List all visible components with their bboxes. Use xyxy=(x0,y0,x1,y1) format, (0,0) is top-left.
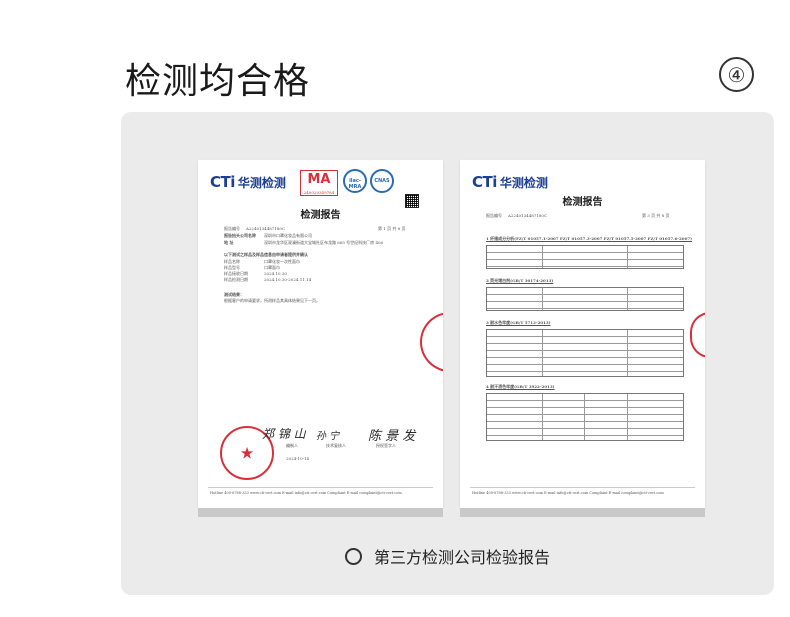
role-approver: 授权签字人 xyxy=(376,443,396,448)
page-stack-edge xyxy=(198,508,443,517)
address-label: 地 址 xyxy=(224,240,234,245)
page-title: 检测均合格 xyxy=(125,61,311,102)
cma-mark: MA 240020349784 xyxy=(300,170,338,196)
cti-logo: CTi 华测检测 xyxy=(472,173,548,191)
cnas-logo: CNAS xyxy=(370,169,394,193)
step-badge: ④ xyxy=(719,57,754,92)
report-panel: CTi 华测检测 MA 240020349784 ilac-MRA CNAS 检测… xyxy=(121,112,774,595)
footer-divider xyxy=(470,487,695,488)
cti-logo: CTi 华测检测 xyxy=(210,173,286,191)
page-info: 第 1 页 共 8 页 xyxy=(378,226,406,231)
footer-divider xyxy=(208,487,433,488)
report-title: 检测报告 xyxy=(300,210,341,221)
report-no-label: 报告编号 xyxy=(486,213,502,218)
test-report-page-1: CTi 华测检测 MA 240020349784 ilac-MRA CNAS 检测… xyxy=(198,160,443,508)
footer-contact: Hotline 400-6788-333 www.cti-cert.com E-… xyxy=(210,491,402,495)
section-4-table xyxy=(486,393,684,441)
page-info: 第 3 页 共 8 页 xyxy=(642,213,670,218)
test-date-label: 样品检测日期 xyxy=(224,277,248,282)
sample-heading: 以下测试之样品及样品信息由申请者提供并确认 xyxy=(224,252,308,257)
signature-reviewer: 孙 宁 xyxy=(316,431,340,442)
page-stack-edge xyxy=(460,508,705,517)
section-2-table xyxy=(486,287,684,311)
footer-contact: Hotline 400-6788-333 www.cti-cert.com E-… xyxy=(472,491,664,495)
ilac-mra-logo: ilac-MRA xyxy=(343,169,367,193)
circle-bullet-icon xyxy=(344,547,362,565)
section-3-table xyxy=(486,329,684,377)
side-seal xyxy=(690,312,705,358)
test-report-page-3: CTi 华测检测 检测报告 报告编号 A2240134487180C 第 3 页 … xyxy=(460,160,705,508)
section-3-title: 3 耐水色牢度(GB/T 5713-2013) xyxy=(486,320,551,325)
role-reviewer: 技术复核人 xyxy=(326,443,346,448)
role-compiler: 编制人 xyxy=(286,443,298,448)
report-no: A2240134487180C xyxy=(508,213,548,218)
report-no: A2240134487180C xyxy=(246,226,286,231)
section-4-title: 4 耐汗渍色牢度(GB/T 3922-2013) xyxy=(486,384,555,389)
section-2-title: 2 荧光增白剂(GB/T 30174-2013) xyxy=(486,278,554,283)
applicant: 深圳市口罩化妆品有限公司 xyxy=(264,233,312,238)
section-1-title: 1 纤维成分分析(FZ/T 01057.1-2007 FZ/T 01057.3-… xyxy=(486,236,693,241)
side-seal xyxy=(420,312,443,372)
section-1-table xyxy=(486,245,684,269)
applicant-label: 报告抬头公司名称 xyxy=(224,233,256,238)
signature-approver: 陈 景 发 xyxy=(368,429,416,444)
signature-compiler: 郑 锦 山 xyxy=(262,427,306,441)
report-caption: 第三方检测公司检验报告 xyxy=(121,544,774,568)
test-date: 2024.10.30-2024.11.14 xyxy=(264,277,312,282)
receive-date: 2024.10.30 xyxy=(264,271,287,276)
report-title: 检测报告 xyxy=(562,197,603,208)
report-no-label: 报告编号 xyxy=(224,226,240,231)
caption-text: 第三方检测公司检验报告 xyxy=(373,548,550,567)
report-date: 2024-10-14 xyxy=(286,456,310,461)
result-text: 根据客户的申请要求，所测样品其具体结果见下一页。 xyxy=(224,298,320,303)
address: 深圳市龙华区观澜街道大宝城社区布龙路 665 号世纪科技厂房 408 xyxy=(264,240,384,245)
